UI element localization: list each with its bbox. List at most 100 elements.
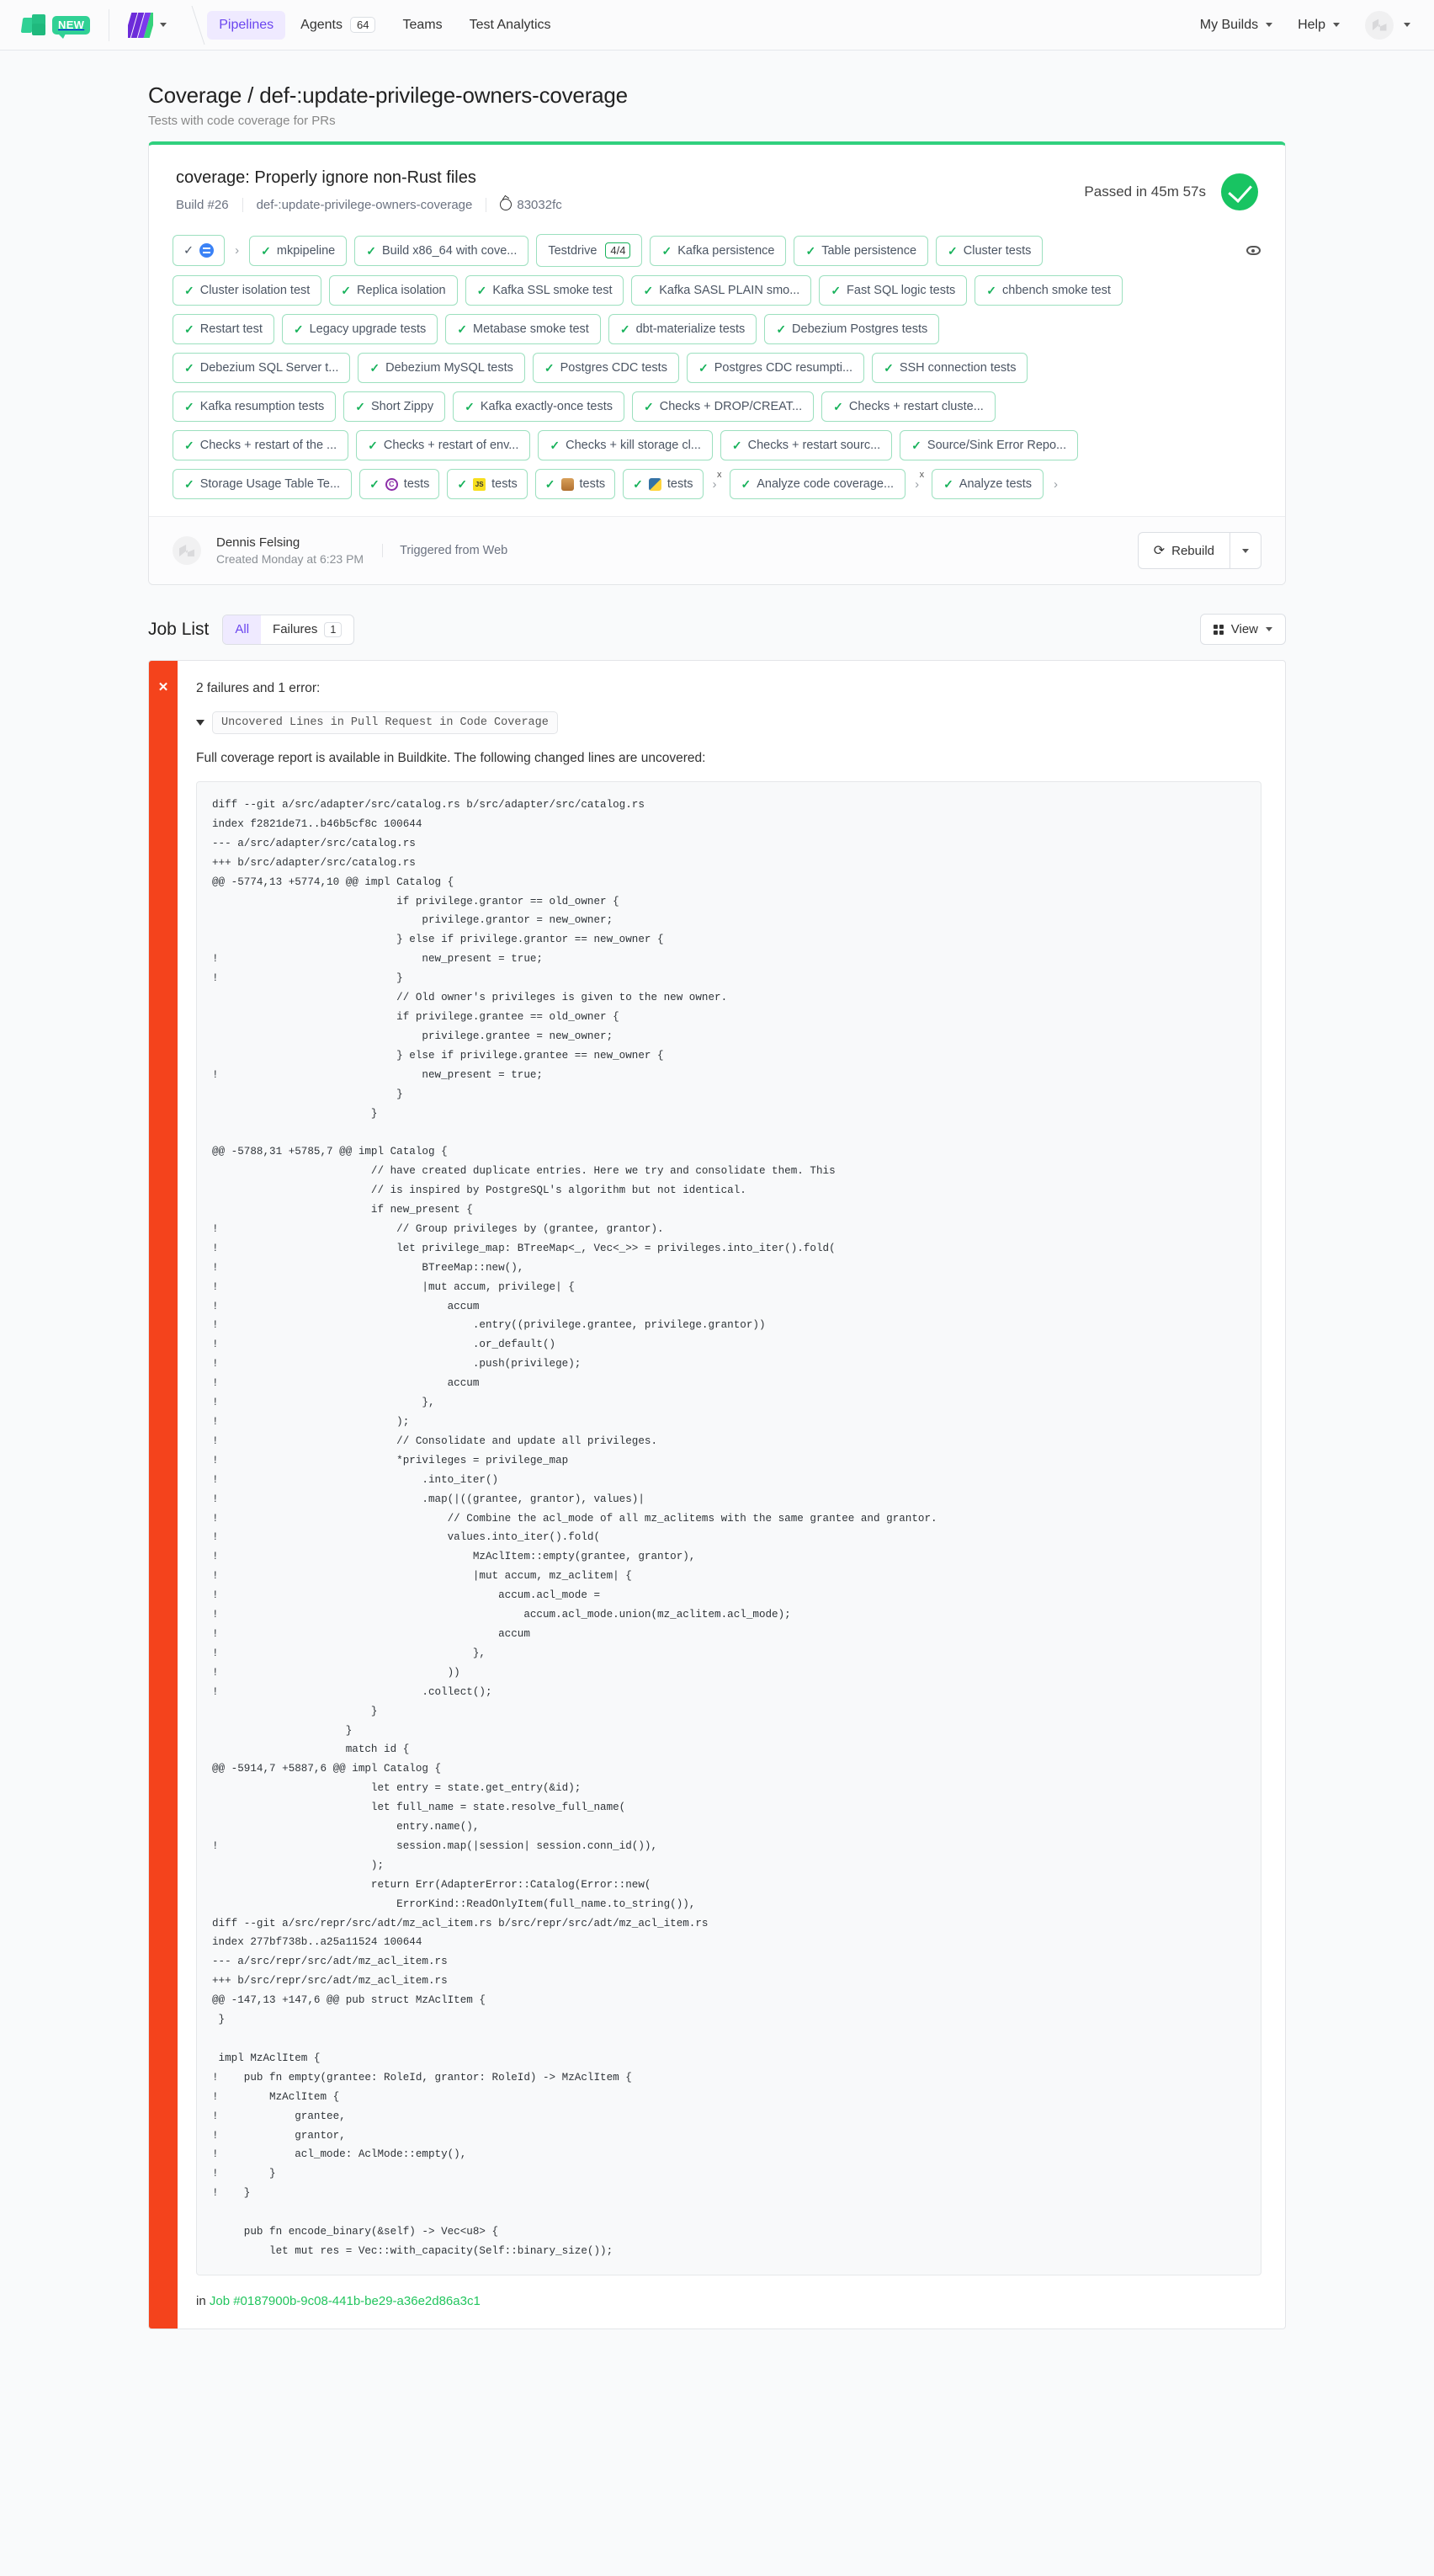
job-pill-postgres-cdc-resumption[interactable]: ✓ Postgres CDC resumpti... (686, 353, 865, 383)
build-info: coverage: Properly ignore non-Rust files… (176, 168, 576, 212)
job-pill-debezium-postgres-tests[interactable]: ✓ Debezium Postgres tests (764, 314, 940, 344)
pill-label: SSH connection tests (899, 361, 1017, 375)
check-icon: ✓ (355, 400, 365, 413)
nav-item-my-builds[interactable]: My Builds (1198, 13, 1274, 38)
failure-disclosure[interactable]: Uncovered Lines in Pull Request in Code … (196, 711, 1261, 734)
job-pill-legacy-upgrade-tests[interactable]: ✓ Legacy upgrade tests (281, 314, 438, 344)
build-footer: Dennis Felsing Created Monday at 6:23 PM… (149, 516, 1285, 584)
job-pill-kafka-resumption-tests[interactable]: ✓ Kafka resumption tests (173, 391, 337, 422)
nav-item-teams[interactable]: Teams (390, 11, 454, 40)
job-pill-checks-restart-of-env[interactable]: ✓ Checks + restart of env... (356, 430, 531, 460)
nav-label: My Builds (1199, 17, 1259, 32)
pill-label: tests (579, 477, 606, 491)
nav-label: Test Analytics (469, 17, 551, 32)
pipeline-upload-group[interactable]: ✓ (173, 235, 226, 266)
job-pill-kafka-ssl-smoke-test[interactable]: ✓ Kafka SSL smoke test (465, 275, 624, 306)
c-language-icon: C (385, 477, 398, 491)
job-pill-checks-kill-storage[interactable]: ✓ Checks + kill storage cl... (538, 430, 713, 460)
tab-all[interactable]: All (223, 615, 262, 644)
check-icon: ✓ (644, 400, 654, 413)
job-link[interactable]: Job #0187900b-9c08-441b-be29-a36e2d86a3c… (210, 2294, 481, 2308)
job-pill-fast-sql-logic-tests[interactable]: ✓ Fast SQL logic tests (819, 275, 968, 306)
job-pill-kafka-sasl-plain[interactable]: ✓ Kafka SASL PLAIN smo... (631, 275, 812, 306)
job-pill-cluster-isolation-test[interactable]: ✓ Cluster isolation test (173, 275, 322, 306)
job-pill-source-sink-error-report[interactable]: ✓ Source/Sink Error Repo... (900, 430, 1079, 460)
pill-label: Kafka persistence (677, 243, 775, 258)
job-pill-build-x86[interactable]: ✓ Build x86_64 with cove... (354, 235, 529, 266)
job-pill-short-zippy[interactable]: ✓ Short Zippy (343, 391, 446, 422)
job-pill-analyze-tests[interactable]: ✓ Analyze tests (932, 469, 1044, 499)
pill-label: Debezium SQL Server t... (199, 361, 339, 375)
job-pill-checks-restart-of-the[interactable]: ✓ Checks + restart of the ... (173, 430, 349, 460)
check-icon: ✓ (184, 284, 194, 297)
job-pill-metabase-smoke-test[interactable]: ✓ Metabase smoke test (445, 314, 601, 344)
job-pill-restart-test[interactable]: ✓ Restart test (173, 314, 274, 344)
buildkite-logo[interactable]: NEW (20, 13, 91, 39)
pill-label: Cluster tests (963, 243, 1032, 258)
check-icon: ✓ (369, 477, 380, 491)
job-pill-checks-restart-cluster[interactable]: ✓ Checks + restart cluste... (821, 391, 996, 422)
job-pill-ssh-connection-tests[interactable]: ✓ SSH connection tests (872, 353, 1028, 383)
chevron-down-icon (1242, 549, 1249, 553)
job-prefix-label: in (196, 2293, 206, 2308)
job-pill-java-tests[interactable]: ✓ tests (534, 469, 616, 499)
pill-row: ✓ Checks + restart of the ... ✓ Checks + r… (173, 430, 1261, 460)
build-commit[interactable]: 83032fc (486, 198, 575, 212)
job-filter-tabs: All Failures 1 (222, 614, 355, 645)
job-pill-replica-isolation[interactable]: ✓ Replica isolation (329, 275, 458, 306)
pill-label: tests (667, 477, 693, 491)
failures-count-badge: 1 (324, 621, 343, 637)
build-branch[interactable]: def-:update-privilege-owners-coverage (242, 198, 486, 212)
nav-item-agents[interactable]: Agents 64 (289, 10, 387, 40)
job-pill-c-tests[interactable]: ✓ Ctests (359, 469, 440, 499)
chevron-down-icon[interactable] (160, 23, 167, 27)
nav-item-pipelines[interactable]: Pipelines (207, 10, 286, 40)
pipeline-upload-status[interactable]: ✓ (173, 236, 224, 265)
user-menu[interactable] (1363, 6, 1412, 45)
pill-label: Fast SQL logic tests (847, 284, 956, 297)
chevron-right-skipped-icon: › x (712, 469, 722, 492)
nav-item-help[interactable]: Help (1296, 13, 1341, 38)
job-pill-postgres-cdc-tests[interactable]: ✓ Postgres CDC tests (532, 353, 679, 383)
github-icon (500, 199, 513, 210)
pill-label: Analyze tests (959, 477, 1033, 491)
check-icon: ✓ (183, 243, 194, 258)
job-pill-storage-usage-table[interactable]: ✓ Storage Usage Table Te... (173, 469, 353, 499)
job-pill-debezium-mysql-tests[interactable]: ✓ Debezium MySQL tests (358, 353, 525, 383)
organization-switcher[interactable] (128, 12, 167, 38)
tab-all-label: All (235, 622, 250, 636)
job-pill-table-persistence[interactable]: ✓ Table persistence (794, 235, 929, 266)
chevron-down-icon (1266, 23, 1273, 27)
job-pill-testdrive[interactable]: Testdrive 4/4 (536, 234, 643, 267)
rebuild-dropdown-button[interactable] (1230, 532, 1261, 569)
check-icon: ✓ (476, 284, 487, 297)
error-x-icon: ✕ (157, 680, 169, 695)
pill-label: Storage Usage Table Te... (199, 477, 341, 491)
job-pill-mkpipeline[interactable]: ✓ mkpipeline (249, 235, 348, 266)
job-pill-kafka-exactly-once-tests[interactable]: ✓ Kafka exactly-once tests (453, 391, 625, 422)
job-pill-checks-restart-source[interactable]: ✓ Checks + restart sourc... (720, 430, 893, 460)
job-pill-python-tests[interactable]: ✓ tests (623, 469, 704, 499)
job-pill-chbench-smoke-test[interactable]: ✓ chbench smoke test (975, 275, 1123, 306)
chevron-right-skipped-icon: › x (915, 469, 925, 492)
eye-icon[interactable] (1245, 242, 1261, 259)
job-pill-js-tests[interactable]: ✓ JS tests (447, 469, 528, 499)
triangle-down-icon[interactable] (196, 720, 204, 726)
check-icon: ✓ (184, 439, 194, 452)
failure-description: Full coverage report is available in Bui… (196, 751, 706, 765)
job-pill-checks-drop-create[interactable]: ✓ Checks + DROP/CREAT... (632, 391, 815, 422)
job-pill-kafka-persistence[interactable]: ✓ Kafka persistence (650, 235, 787, 266)
chevron-right-icon: › (235, 243, 240, 258)
nav-item-test-analytics[interactable]: Test Analytics (458, 11, 563, 40)
job-pill-analyze-code-coverage[interactable]: ✓ Analyze code coverage... (729, 469, 906, 499)
job-pill-cluster-tests[interactable]: ✓ Cluster tests (936, 235, 1044, 266)
tab-failures[interactable]: Failures 1 (261, 615, 353, 644)
job-pill-debezium-sql-server[interactable]: ✓ Debezium SQL Server t... (173, 353, 351, 383)
pill-label: Kafka exactly-once tests (480, 400, 613, 413)
pill-row: ✓ Storage Usage Table Te... ✓ Ctests ✓ JS te… (173, 469, 1261, 499)
check-icon: ✓ (184, 322, 194, 336)
rebuild-button[interactable]: ⟳ Rebuild (1137, 532, 1230, 569)
java-icon (560, 477, 574, 491)
view-button[interactable]: View (1199, 614, 1286, 645)
job-pill-dbt-materialize-tests[interactable]: ✓ dbt-materialize tests (608, 314, 757, 344)
